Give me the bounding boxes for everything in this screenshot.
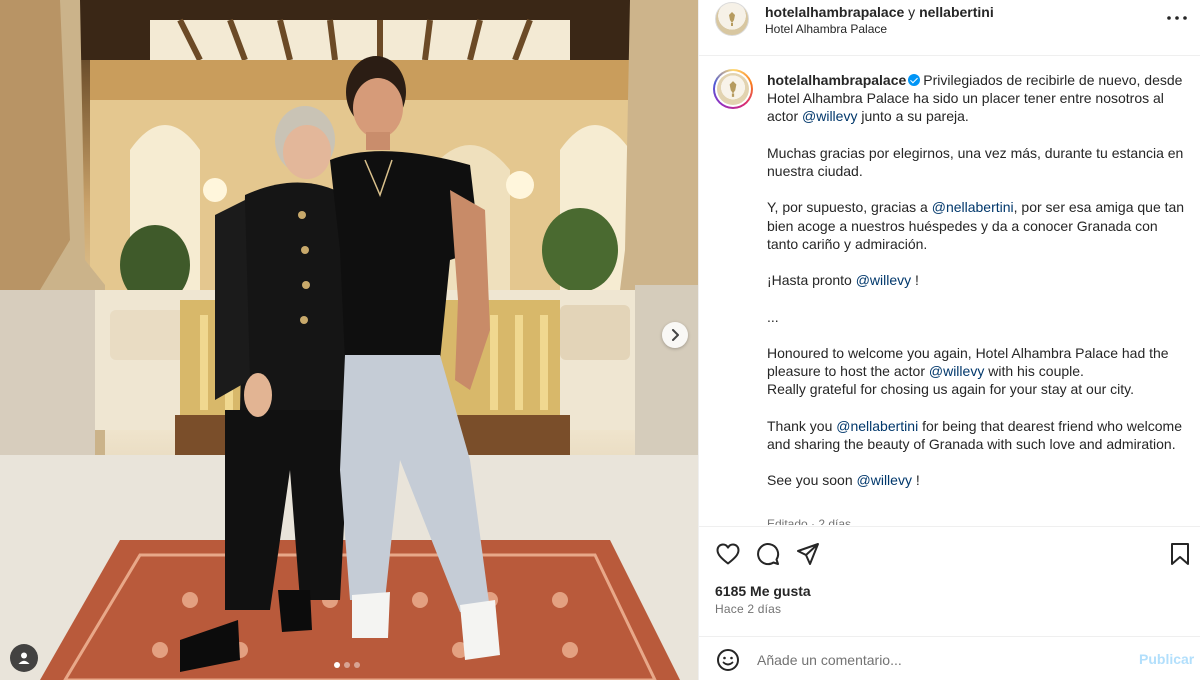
caption-avatar[interactable] bbox=[713, 69, 753, 109]
chevron-right-icon bbox=[672, 329, 679, 341]
mention-link[interactable]: @nellabertini bbox=[836, 418, 918, 434]
more-horizontal-icon bbox=[1167, 16, 1187, 20]
carousel-indicator bbox=[334, 662, 360, 668]
caption-text-part: ! bbox=[911, 272, 919, 289]
publish-button[interactable]: Publicar bbox=[1139, 651, 1194, 667]
caption-paragraph: Honoured to welcome you again, Hotel Alh… bbox=[767, 344, 1187, 399]
post-authors: hotelalhambrapalace y nellabertini bbox=[765, 4, 994, 20]
caption-paragraph: See you soon @willevy ! bbox=[767, 471, 1187, 489]
caption-paragraph: Thank you @nellabertini for being that d… bbox=[767, 417, 1187, 453]
heart-icon bbox=[716, 543, 740, 565]
author-username[interactable]: hotelalhambrapalace bbox=[765, 4, 904, 20]
carousel-next-button[interactable] bbox=[662, 322, 688, 348]
tagged-people-button[interactable] bbox=[10, 644, 38, 672]
post-media[interactable] bbox=[0, 0, 698, 680]
carousel-dot bbox=[334, 662, 340, 668]
caption-paragraph: hotelalhambrapalace Privilegiados de reci… bbox=[767, 71, 1187, 126]
hotel-crest-icon bbox=[729, 81, 737, 97]
share-button[interactable] bbox=[795, 541, 821, 567]
comment-icon bbox=[757, 543, 780, 566]
caption-text-part: See you soon bbox=[767, 472, 857, 489]
authors-connector: y bbox=[904, 4, 920, 20]
carousel-dot bbox=[344, 662, 350, 668]
avatar[interactable] bbox=[715, 2, 749, 36]
like-button[interactable] bbox=[715, 541, 741, 567]
mention-link[interactable]: @willevy bbox=[802, 108, 857, 124]
caption-text: hotelalhambrapalace Privilegiados de reci… bbox=[767, 71, 1187, 508]
comment-input[interactable] bbox=[757, 649, 1117, 671]
comment-bar: Publicar bbox=[699, 636, 1200, 680]
caption-username[interactable]: hotelalhambrapalace bbox=[767, 72, 906, 88]
share-icon bbox=[797, 543, 819, 565]
caption-text-part: Y, por supuesto, gracias a bbox=[767, 199, 932, 216]
hotel-crest-icon bbox=[729, 12, 735, 26]
mention-link[interactable]: @willevy bbox=[856, 272, 911, 288]
location-link[interactable]: Hotel Alhambra Palace bbox=[765, 22, 887, 36]
more-options-button[interactable] bbox=[1165, 8, 1189, 28]
emoji-icon bbox=[717, 649, 739, 671]
caption-text-part: ¡Hasta pronto bbox=[767, 272, 856, 289]
bookmark-icon bbox=[1171, 543, 1189, 565]
caption-text-part: Thank you bbox=[767, 417, 837, 434]
action-bar bbox=[699, 526, 1200, 580]
mention-link[interactable]: @nellabertini bbox=[932, 199, 1014, 215]
post-time[interactable]: Hace 2 días bbox=[715, 602, 781, 616]
user-icon bbox=[18, 652, 30, 664]
comment-button[interactable] bbox=[755, 541, 781, 567]
caption-paragraph: Muchas gracias por elegirnos, una vez má… bbox=[767, 144, 1184, 179]
caption-paragraph: ¡Hasta pronto @willevy ! bbox=[767, 271, 1187, 289]
post-sidebar: hotelalhambrapalace y nellabertini Hotel… bbox=[698, 0, 1200, 680]
edited-timestamp: Editado · 2 días bbox=[767, 517, 852, 525]
caption-text-part: junto a su pareja. bbox=[857, 108, 969, 125]
avatar-ring-inner bbox=[715, 71, 751, 107]
emoji-button[interactable] bbox=[715, 647, 741, 673]
caption-text-part: ! bbox=[911, 472, 920, 489]
mention-link[interactable]: @willevy bbox=[857, 472, 912, 488]
caption-paragraph: ... bbox=[767, 308, 779, 325]
coauthor-username[interactable]: nellabertini bbox=[919, 4, 994, 20]
caption-area[interactable]: hotelalhambrapalace Privilegiados de reci… bbox=[699, 57, 1200, 525]
mention-link[interactable]: @willevy bbox=[929, 363, 984, 379]
verified-badge-icon bbox=[908, 74, 921, 86]
post-header: hotelalhambrapalace y nellabertini Hotel… bbox=[699, 0, 1200, 56]
likes-count[interactable]: 6185 Me gusta bbox=[715, 583, 811, 599]
caption-paragraph: Y, por supuesto, gracias a @nellabertini… bbox=[767, 198, 1187, 253]
save-button[interactable] bbox=[1167, 541, 1193, 567]
carousel-dot bbox=[354, 662, 360, 668]
avatar bbox=[717, 73, 749, 105]
hotel-lobby-photo bbox=[0, 0, 698, 680]
